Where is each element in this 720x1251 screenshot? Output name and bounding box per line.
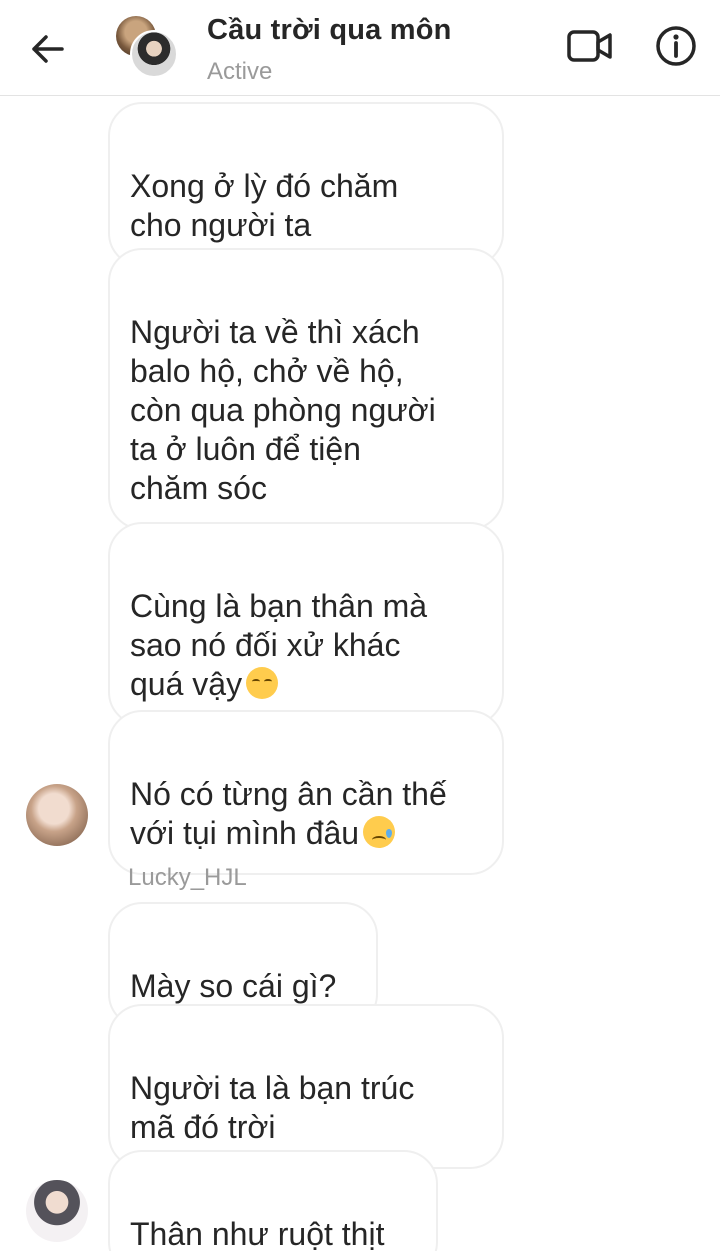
message-text: Thân như ruột thịt xyxy=(130,1216,385,1251)
sad-but-relieved-face-icon xyxy=(363,816,396,848)
message-text: Mày so cái gì? xyxy=(130,968,337,1004)
message-text: Xong ở lỳ đó chăm cho người ta xyxy=(130,168,399,243)
chat-title[interactable]: Cầu trời qua môn xyxy=(207,14,452,47)
message-bubble[interactable]: Cùng là bạn thân mà sao nó đối xử khác q… xyxy=(108,522,504,726)
video-camera-icon xyxy=(567,30,612,62)
sender-name: Lucky_HJL xyxy=(128,864,247,891)
message-thread[interactable]: Xong ở lỳ đó chăm cho người ta Người ta … xyxy=(0,96,720,1251)
pensive-face-icon xyxy=(246,667,279,699)
active-status: Active xyxy=(207,58,273,85)
back-button[interactable] xyxy=(22,24,72,74)
message-bubble[interactable]: Người ta về thì xách balo hộ, chở về hộ,… xyxy=(108,248,504,530)
message-text: Người ta về thì xách balo hộ, chở về hộ,… xyxy=(130,314,436,506)
message-bubble[interactable]: Xong ở lỳ đó chăm cho người ta xyxy=(108,102,504,267)
arrow-left-icon xyxy=(32,35,64,63)
chat-header: Cầu trời qua môn Active xyxy=(0,0,720,96)
info-icon xyxy=(656,26,696,66)
info-button[interactable] xyxy=(654,24,698,68)
message-bubble[interactable]: Người ta là bạn trúc mã đó trời xyxy=(108,1004,504,1169)
sender-avatar[interactable] xyxy=(26,784,88,846)
message-bubble[interactable]: Thân như ruột thịt xyxy=(108,1150,438,1251)
message-text: Nó có từng ân cần thế với tụi mình đâu xyxy=(130,776,447,851)
message-bubble[interactable]: Nó có từng ân cần thế với tụi mình đâu xyxy=(108,710,504,875)
member-avatar xyxy=(130,30,178,78)
message-text: Người ta là bạn trúc mã đó trời xyxy=(130,1070,415,1145)
group-avatar[interactable] xyxy=(116,16,178,78)
sender-avatar[interactable] xyxy=(26,1180,88,1242)
video-call-button[interactable] xyxy=(566,26,614,66)
message-text: Cùng là bạn thân mà sao nó đối xử khác q… xyxy=(130,588,428,702)
